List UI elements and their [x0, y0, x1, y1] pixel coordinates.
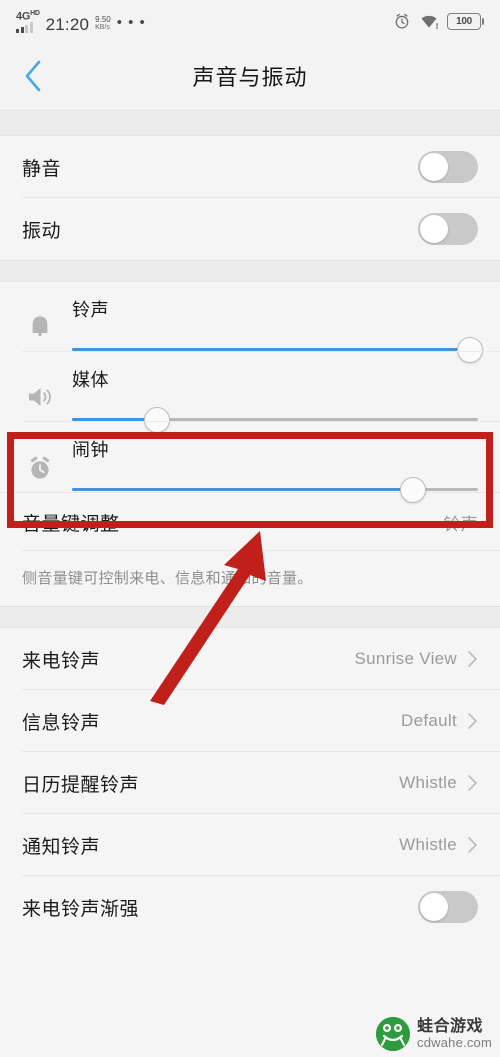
slider-row-ringtone[interactable]: 铃声 — [0, 282, 500, 363]
row-label: 日历提醒铃声 — [22, 774, 140, 796]
status-overflow-dots: • • • — [116, 13, 146, 31]
row-label: 信息铃声 — [22, 712, 101, 734]
volume-key-section: 音量键调整 铃声 侧音量键可控制来电、信息和通知的音量。 — [0, 492, 500, 606]
row-value-text: Sunrise View — [354, 649, 457, 668]
slider-row-alarm[interactable]: 闹钟 — [0, 422, 500, 503]
row-value-text: Whistle — [399, 835, 457, 854]
status-bar: 4GHD 21:20 9.50 KB/s • • • 100 — [0, 0, 500, 42]
row-ringtone-crescendo[interactable]: 来电铃声渐强 — [0, 876, 500, 938]
toggle-knob — [420, 893, 448, 921]
frog-logo-icon — [376, 1017, 411, 1051]
watermark-brand: 蛙合游戏 — [417, 1017, 484, 1035]
slider-row-media[interactable]: 媒体 — [0, 352, 500, 433]
volume-sliders-section: 铃声 媒体 闹钟 — [0, 282, 500, 503]
wifi-icon — [421, 15, 438, 29]
volume-key-description: 侧音量键可控制来电、信息和通知的音量。 — [0, 551, 500, 606]
row-calendar-reminder-ringtone[interactable]: 日历提醒铃声 Whistle — [0, 752, 500, 814]
row-label: 通知铃声 — [22, 836, 101, 858]
watermark-url: cdwahe.com — [417, 1034, 492, 1050]
slider-label: 闹钟 — [72, 440, 109, 460]
chevron-right-icon — [468, 837, 477, 853]
row-label: 音量键调整 — [22, 513, 120, 535]
row-label: 振动 — [22, 220, 62, 242]
ringtone-crescendo-toggle[interactable] — [418, 891, 478, 923]
chevron-right-icon — [468, 713, 477, 729]
row-incoming-call-ringtone[interactable]: 来电铃声 Sunrise View — [0, 628, 500, 690]
row-message-ringtone[interactable]: 信息铃声 Default — [0, 690, 500, 752]
data-rate-value: 9.50 — [95, 14, 111, 24]
row-label: 静音 — [22, 158, 62, 180]
alarm-clock-icon — [18, 434, 62, 482]
battery-indicator: 100 — [447, 12, 484, 30]
row-label: 来电铃声渐强 — [22, 898, 140, 920]
row-label: 来电铃声 — [22, 650, 101, 672]
section-gap-sliders — [0, 260, 500, 282]
bell-icon — [18, 294, 62, 342]
title-bar: 声音与振动 — [0, 42, 500, 110]
slider-main: 闹钟 — [62, 434, 478, 503]
section-gap-top — [0, 110, 500, 136]
chevron-right-icon — [468, 775, 477, 791]
vibrate-toggle[interactable] — [418, 213, 478, 245]
mute-toggle[interactable] — [418, 151, 478, 183]
row-mute[interactable]: 静音 — [0, 136, 500, 198]
slider-label: 铃声 — [72, 300, 109, 320]
phone-screen: 4GHD 21:20 9.50 KB/s • • • 100 声音与振动 静音 … — [0, 0, 500, 1057]
speaker-icon — [18, 364, 62, 410]
slider-fill — [72, 488, 414, 491]
status-bar-left: 4GHD 21:20 9.50 KB/s • • • — [16, 9, 146, 33]
ringtone-section: 来电铃声 Sunrise View 信息铃声 Default 日历提醒铃声 Wh… — [0, 628, 500, 938]
chevron-right-icon — [468, 651, 477, 667]
page-title: 声音与振动 — [192, 65, 308, 90]
data-rate-unit: KB/s — [95, 23, 110, 31]
row-notification-ringtone[interactable]: 通知铃声 Whistle — [0, 814, 500, 876]
slider-label: 媒体 — [72, 370, 109, 390]
status-bar-right: 100 — [393, 12, 484, 30]
signal-bars-icon — [16, 21, 33, 33]
row-volume-key-adjust[interactable]: 音量键调整 铃声 — [0, 493, 500, 551]
row-vibrate[interactable]: 振动 — [0, 198, 500, 260]
row-value-text: Whistle — [399, 773, 457, 792]
row-value: Whistle — [399, 835, 478, 855]
row-value-text: Default — [401, 711, 457, 730]
alarm-clock-icon — [395, 13, 409, 29]
row-value: 铃声 — [443, 510, 478, 535]
watermark: 蛙合游戏 cdwahe.com — [376, 1017, 492, 1051]
toggles-section: 静音 振动 — [0, 136, 500, 260]
battery-level-label: 100 — [456, 15, 472, 27]
section-gap-ringtones — [0, 606, 500, 628]
toggle-knob — [420, 215, 448, 243]
signal-indicator: 4GHD — [16, 9, 40, 33]
row-value: Sunrise View — [354, 649, 478, 669]
toggle-knob — [420, 153, 448, 181]
row-value: Default — [401, 711, 478, 731]
watermark-text: 蛙合游戏 cdwahe.com — [417, 1017, 492, 1050]
network-type-label: 4GHD — [16, 10, 40, 23]
status-bar-clock: 21:20 — [45, 14, 90, 34]
data-rate-indicator: 9.50 KB/s — [95, 14, 111, 33]
row-value: Whistle — [399, 773, 478, 793]
volume-key-value: 铃声 — [443, 514, 478, 534]
